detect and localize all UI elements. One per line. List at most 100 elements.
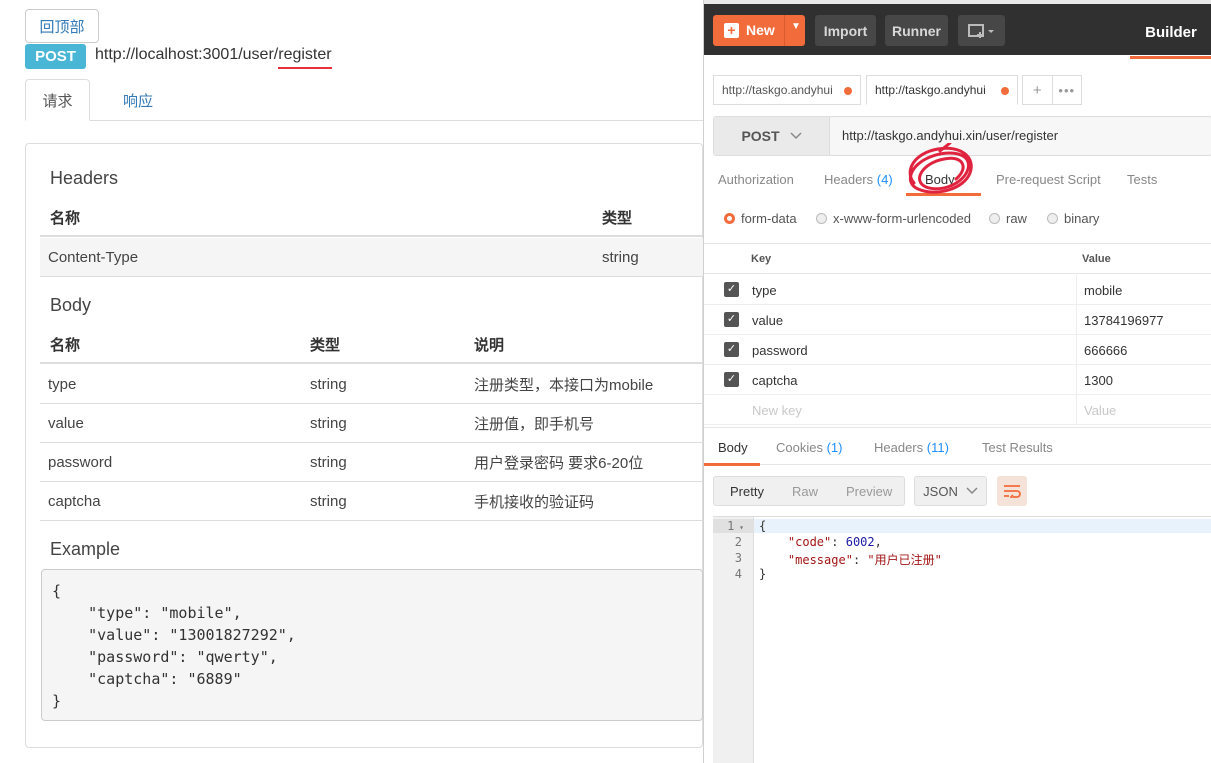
- tab-headers[interactable]: Headers (4): [824, 172, 893, 187]
- new-button[interactable]: + New ▼: [713, 15, 805, 46]
- column-header: 说明: [474, 336, 505, 354]
- tab-prerequest-script[interactable]: Pre-request Script: [996, 172, 1101, 187]
- table-row: Content-Type string: [40, 238, 703, 277]
- tab-authorization[interactable]: Authorization: [718, 172, 794, 187]
- endpoint-highlight: register: [278, 46, 332, 69]
- format-buttons: Pretty Raw Preview: [713, 476, 905, 506]
- plus-icon: +: [724, 23, 739, 38]
- raw-button[interactable]: Raw: [792, 484, 818, 499]
- mode-binary[interactable]: binary: [1047, 211, 1099, 226]
- cookies-label: Cookies: [776, 440, 823, 455]
- value-column-header: Value: [1082, 253, 1111, 265]
- tab-actions: + •••: [1022, 75, 1082, 105]
- red-scribble-annotation: [908, 143, 973, 194]
- import-button[interactable]: Import: [815, 15, 876, 46]
- language-select[interactable]: JSON: [914, 476, 987, 506]
- kv-key[interactable]: type: [752, 283, 777, 298]
- kv-value[interactable]: 13784196977: [1084, 313, 1164, 328]
- url-input[interactable]: http://taskgo.andyhui.xin/user/register: [842, 128, 1058, 143]
- pretty-button[interactable]: Pretty: [730, 484, 764, 499]
- mode-label: form-data: [741, 211, 797, 226]
- param-desc: 用户登录密码 要求6-20位: [474, 454, 644, 472]
- table-row: password string 用户登录密码 要求6-20位: [40, 443, 703, 482]
- new-window-button[interactable]: [958, 15, 1005, 46]
- tab-headers-label: Headers: [824, 172, 874, 187]
- preview-button[interactable]: Preview: [846, 484, 892, 499]
- tab-tests[interactable]: Tests: [1127, 172, 1157, 187]
- add-tab-icon[interactable]: +: [1023, 76, 1052, 104]
- kv-divider: [1076, 365, 1077, 394]
- new-button-divider: [784, 15, 785, 46]
- param-type: string: [310, 492, 347, 510]
- line-number: 2: [734, 535, 742, 549]
- endpoint-url: http://localhost:3001/user/register: [95, 46, 332, 69]
- cookies-count: (1): [826, 440, 843, 455]
- table-row: value string 注册值，即手机号: [40, 404, 703, 443]
- checkbox-checked-icon[interactable]: ✓: [724, 372, 739, 387]
- kv-key[interactable]: password: [752, 343, 808, 358]
- line-number: 3: [734, 551, 742, 565]
- response-tab-headers[interactable]: Headers (11): [874, 440, 949, 455]
- builder-tab[interactable]: Builder: [1130, 8, 1211, 59]
- response-tab-test-results[interactable]: Test Results: [982, 440, 1053, 455]
- unsaved-dot-icon: [1001, 87, 1009, 95]
- postman-window: + New ▼ Import Runner Builder http://tas…: [703, 0, 1211, 763]
- resp-headers-label: Headers: [874, 440, 924, 455]
- response-tab-body[interactable]: Body: [718, 440, 748, 455]
- line-number: 1 ▾: [713, 519, 754, 533]
- param-type: string: [602, 248, 639, 266]
- param-type: string: [310, 375, 347, 393]
- body-table-header: 名称 类型 说明: [40, 326, 703, 364]
- response-tab-cookies[interactable]: Cookies (1): [776, 440, 842, 455]
- kv-table-header: Key Value: [704, 243, 1211, 274]
- back-to-top-button[interactable]: 回顶部: [25, 9, 99, 43]
- kv-key[interactable]: captcha: [752, 373, 798, 388]
- request-tab[interactable]: http://taskgo.andyhui: [713, 75, 861, 105]
- param-desc: 注册值，即手机号: [474, 415, 595, 433]
- more-options-icon[interactable]: •••: [1051, 76, 1082, 104]
- language-value: JSON: [923, 483, 958, 499]
- checkbox-checked-icon[interactable]: ✓: [724, 342, 739, 357]
- radio-selected-icon: [724, 213, 735, 224]
- kv-key[interactable]: value: [752, 313, 783, 328]
- new-key-input[interactable]: New key: [752, 403, 802, 418]
- mode-raw[interactable]: raw: [989, 211, 1027, 226]
- key-column-header: Key: [751, 253, 772, 265]
- example-code-block: { "type": "mobile", "value": "1300182729…: [41, 569, 703, 721]
- mode-label: x-www-form-urlencoded: [833, 211, 971, 226]
- tab-response[interactable]: 响应: [107, 79, 169, 121]
- method-select[interactable]: POST: [714, 117, 830, 155]
- response-code-viewer: 1 ▾ 2 3 4 { "code": 6002, "message": "用户…: [713, 516, 1211, 763]
- mode-urlencoded[interactable]: x-www-form-urlencoded: [816, 211, 971, 226]
- radio-icon: [1047, 213, 1058, 224]
- kv-value[interactable]: mobile: [1084, 283, 1122, 298]
- caret-down-icon[interactable]: ▼: [791, 21, 801, 32]
- checkbox-checked-icon[interactable]: ✓: [724, 312, 739, 327]
- kv-divider: [1076, 275, 1077, 304]
- request-tab-label: http://taskgo.andyhui: [722, 83, 833, 97]
- code-line: {: [754, 519, 1211, 533]
- kv-value[interactable]: 666666: [1084, 343, 1127, 358]
- param-name: value: [48, 414, 84, 432]
- param-type: string: [310, 414, 347, 432]
- kv-row-new: New key Value: [704, 395, 1211, 425]
- new-value-input[interactable]: Value: [1084, 403, 1116, 418]
- param-name: password: [48, 453, 113, 471]
- column-header: 名称: [50, 209, 81, 227]
- request-tab-active[interactable]: http://taskgo.andyhui: [866, 75, 1018, 105]
- code-line: "message": "用户已注册": [787, 553, 942, 567]
- kv-value[interactable]: 1300: [1084, 373, 1113, 388]
- request-tab-label: http://taskgo.andyhui: [875, 83, 986, 97]
- headers-count: (4): [876, 172, 893, 187]
- checkbox-checked-icon[interactable]: ✓: [724, 282, 739, 297]
- param-desc: 注册类型，本接口为mobile: [474, 376, 654, 394]
- param-type: string: [310, 453, 347, 471]
- radio-icon: [816, 213, 827, 224]
- kv-row: ✓ type mobile: [704, 275, 1211, 305]
- tab-request[interactable]: 请求: [25, 79, 90, 121]
- runner-button[interactable]: Runner: [885, 15, 948, 46]
- line-number: 4: [734, 567, 742, 581]
- param-name: Content-Type: [48, 248, 139, 266]
- mode-form-data[interactable]: form-data: [724, 211, 797, 226]
- wrap-lines-button[interactable]: [997, 476, 1027, 506]
